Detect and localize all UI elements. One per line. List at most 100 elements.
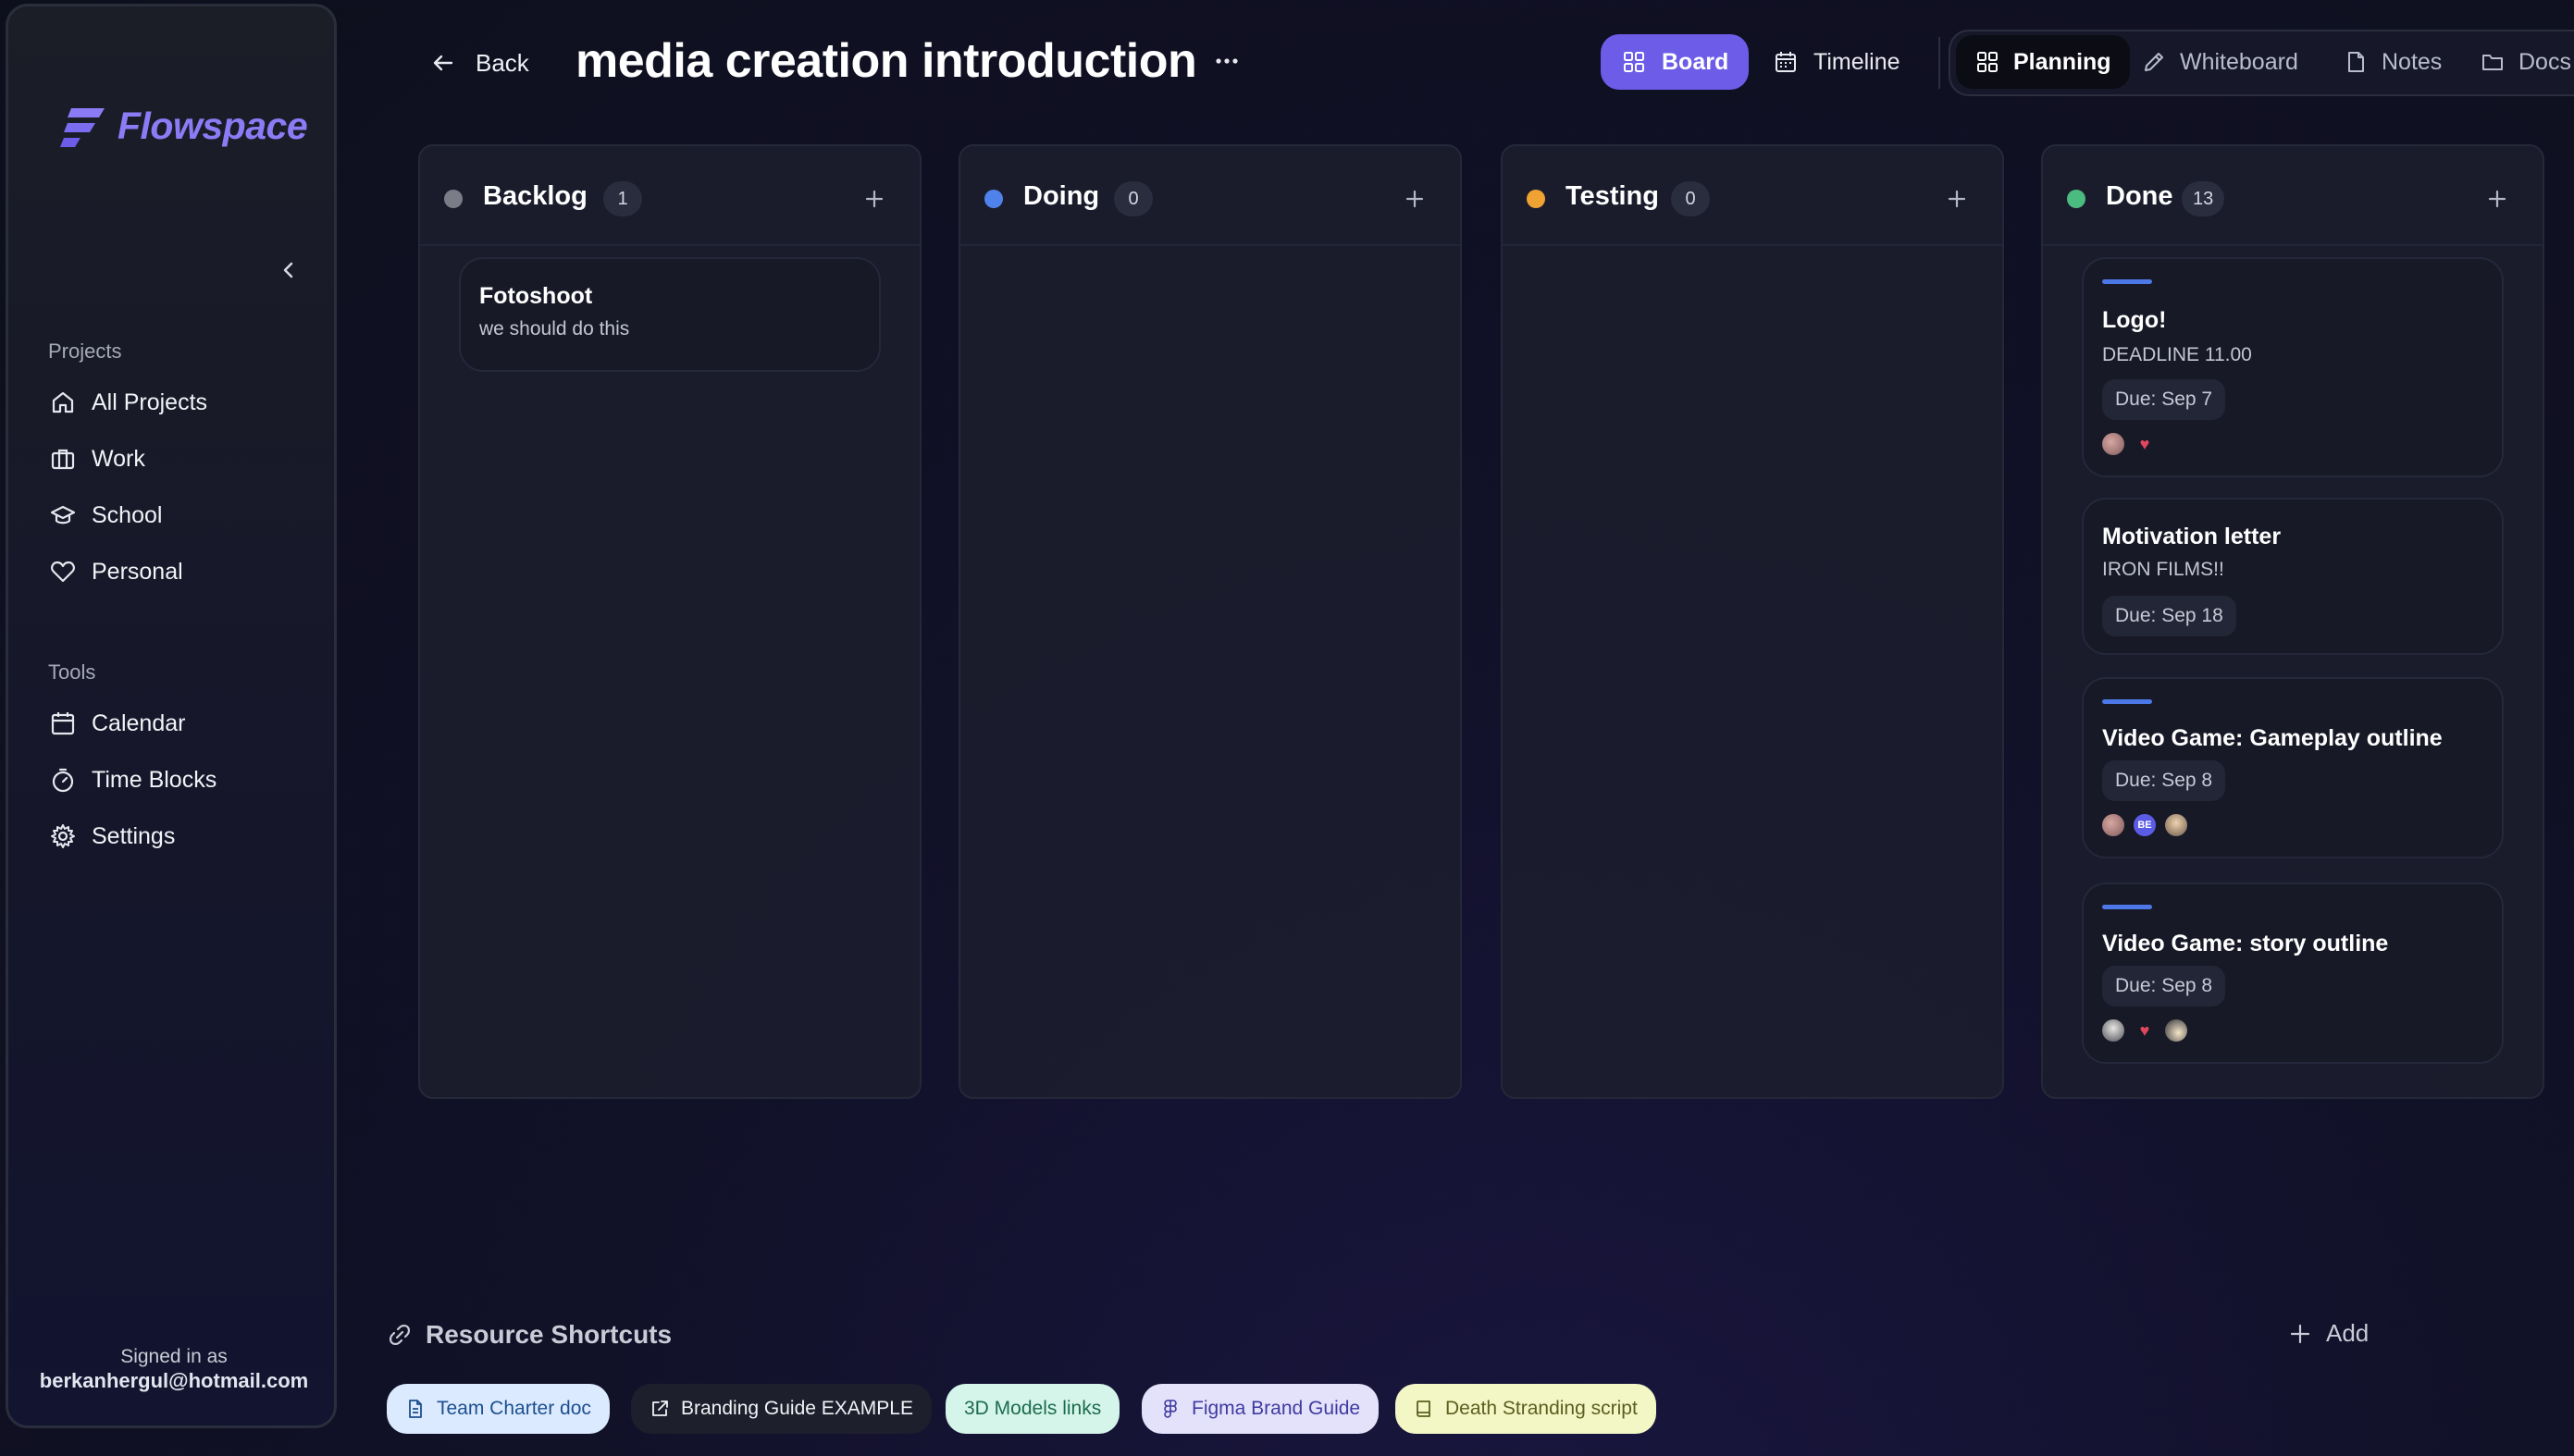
pencil-icon xyxy=(2145,53,2163,71)
sidebar-item-label: Time Blocks xyxy=(92,766,217,793)
card-title: Video Game: Gameplay outline xyxy=(2102,725,2443,751)
column-title: Doing xyxy=(1023,181,1100,211)
column-count-badge: 0 xyxy=(1114,181,1153,216)
signed-in-label: Signed in as xyxy=(120,1346,228,1367)
tab-notes[interactable]: Notes xyxy=(2324,35,2460,89)
heart-icon xyxy=(51,561,75,583)
shortcut-label: Figma Brand Guide xyxy=(1192,1398,1361,1419)
app-logo[interactable]: Flowspace xyxy=(58,99,308,153)
column-header: Doing 0 xyxy=(960,146,1460,246)
add-card-button[interactable] xyxy=(1939,181,1974,216)
add-resource-label: Add xyxy=(2326,1319,2370,1347)
plus-icon xyxy=(1405,190,1424,208)
timer-icon xyxy=(52,768,74,793)
view-board-button[interactable]: Board xyxy=(1601,34,1750,90)
plus-icon xyxy=(865,190,884,208)
grid-icon xyxy=(1624,52,1644,72)
task-card-motivation-letter[interactable]: Motivation letter IRON FILMS!! Due: Sep … xyxy=(2082,498,2504,655)
more-horizontal-icon xyxy=(1216,58,1238,64)
card-description: we should do this xyxy=(479,318,630,339)
column-count-badge: 0 xyxy=(1671,181,1710,216)
sidebar-item-calendar[interactable]: Calendar xyxy=(49,703,317,744)
tab-whiteboard[interactable]: Whiteboard xyxy=(2122,35,2317,89)
column-title: Done xyxy=(2106,181,2173,211)
tab-docs[interactable]: Docs xyxy=(2461,35,2574,89)
column-title: Testing xyxy=(1565,181,1659,211)
card-description: IRON FILMS!! xyxy=(2102,559,2224,580)
task-card-fotoshoot[interactable]: Fotoshoot we should do this xyxy=(459,257,881,372)
sidebar-item-label: Work xyxy=(92,445,145,472)
task-card-gameplay-outline[interactable]: Video Game: Gameplay outline Due: Sep 8 … xyxy=(2082,677,2504,858)
column-backlog: Backlog 1 Fotoshoot we should do this xyxy=(418,144,922,1099)
heart-avatar[interactable]: ♥ xyxy=(2134,1019,2156,1042)
column-header: Done 13 xyxy=(2043,146,2543,246)
task-card-logo[interactable]: Logo! DEADLINE 11.00 Due: Sep 7 ♥ xyxy=(2082,257,2504,477)
sidebar: Flowspace Projects All Projects Work Sch… xyxy=(6,4,337,1428)
sidebar-item-label: Personal xyxy=(92,558,183,585)
calendar-icon xyxy=(1776,52,1796,72)
sidebar-item-label: All Projects xyxy=(92,389,208,415)
sidebar-item-school[interactable]: School xyxy=(49,495,317,536)
tab-planning[interactable]: Planning xyxy=(1956,35,2130,89)
figma-icon xyxy=(1164,1400,1177,1418)
shortcut-label: 3D Models links xyxy=(964,1398,1102,1419)
tab-docs-label: Docs xyxy=(2518,48,2571,75)
shortcut-branding-guide-example[interactable]: Branding Guide EXAMPLE xyxy=(631,1384,932,1434)
column-done: Done 13 Logo! DEADLINE 11.00 Due: Sep 7 … xyxy=(2041,144,2544,1099)
shortcut-figma-brand-guide[interactable]: Figma Brand Guide xyxy=(1142,1384,1380,1434)
book-icon xyxy=(1417,1400,1430,1417)
sidebar-item-settings[interactable]: Settings xyxy=(49,816,317,857)
sidebar-item-work[interactable]: Work xyxy=(49,438,317,479)
sidebar-item-time-blocks[interactable]: Time Blocks xyxy=(49,759,317,800)
card-accent-bar xyxy=(2102,699,2152,704)
photo-avatar[interactable] xyxy=(2165,814,2187,836)
sidebar-item-all-projects[interactable]: All Projects xyxy=(49,382,317,423)
plus-icon xyxy=(2290,1324,2310,1343)
column-status-dot xyxy=(444,190,463,208)
sidebar-item-personal[interactable]: Personal xyxy=(49,551,317,592)
more-options-button[interactable] xyxy=(1210,44,1244,78)
view-board-label: Board xyxy=(1662,48,1729,75)
shortcut-label: Team Charter doc xyxy=(437,1398,591,1419)
back-button[interactable]: Back xyxy=(431,41,529,85)
card-avatars: ♥ xyxy=(2102,433,2156,455)
home-icon xyxy=(52,391,74,413)
back-label: Back xyxy=(476,48,529,77)
photo-avatar[interactable] xyxy=(2102,433,2124,455)
briefcase-icon xyxy=(51,449,75,470)
initials-avatar[interactable]: BE xyxy=(2134,814,2156,836)
add-card-button[interactable] xyxy=(857,181,892,216)
resource-shortcuts-header: Resource Shortcuts xyxy=(387,1320,672,1350)
sidebar-item-label: Calendar xyxy=(92,709,186,736)
task-card-story-outline[interactable]: Video Game: story outline Due: Sep 8 ♥ xyxy=(2082,882,2504,1064)
document-icon xyxy=(409,1400,422,1418)
photo-avatar[interactable] xyxy=(2165,1019,2187,1042)
card-title: Video Game: story outline xyxy=(2102,931,2389,956)
plus-icon xyxy=(2488,190,2506,208)
add-card-button[interactable] xyxy=(2480,181,2515,216)
card-avatars: BE xyxy=(2102,814,2187,836)
gear-icon xyxy=(51,824,75,848)
shortcut-death-stranding-script[interactable]: Death Stranding script xyxy=(1395,1384,1656,1434)
sidebar-item-label: Settings xyxy=(92,822,176,849)
graduation-cap-icon xyxy=(50,505,76,524)
photo-avatar[interactable] xyxy=(2102,1019,2124,1042)
chevron-left-icon xyxy=(283,262,293,278)
shortcut-3d-models-links[interactable]: 3D Models links xyxy=(946,1384,1120,1434)
card-accent-bar xyxy=(2102,279,2152,284)
shortcut-team-charter-doc[interactable]: Team Charter doc xyxy=(387,1384,610,1434)
card-avatars: ♥ xyxy=(2102,1019,2187,1042)
projects-section-title: Projects xyxy=(48,339,122,363)
due-date-badge: Due: Sep 18 xyxy=(2102,596,2236,636)
tab-planning-label: Planning xyxy=(2013,48,2111,75)
add-resource-button[interactable]: Add xyxy=(2289,1319,2369,1348)
photo-avatar[interactable] xyxy=(2102,814,2124,836)
header-divider xyxy=(1938,37,1940,89)
heart-avatar[interactable]: ♥ xyxy=(2134,433,2156,455)
collapse-sidebar-button[interactable] xyxy=(272,253,305,287)
arrow-left-icon xyxy=(433,55,453,71)
add-card-button[interactable] xyxy=(1397,181,1432,216)
column-doing: Doing 0 xyxy=(959,144,1462,1099)
view-timeline-button[interactable]: Timeline xyxy=(1752,34,1921,90)
tools-section-title: Tools xyxy=(48,660,96,684)
